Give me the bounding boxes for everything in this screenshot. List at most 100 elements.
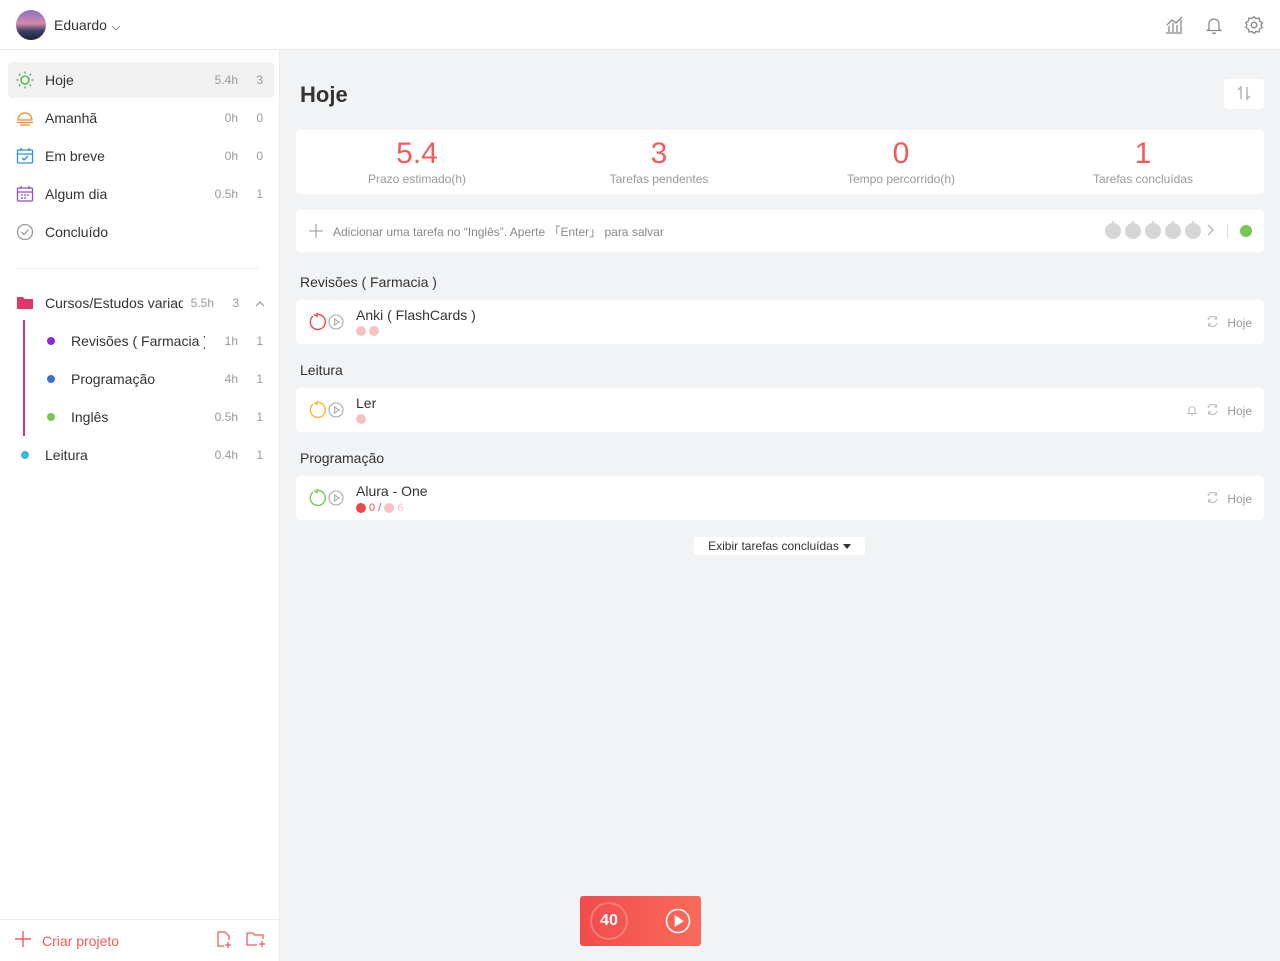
sidebar-item-time: 0.5h — [214, 187, 238, 201]
play-circle-icon[interactable] — [665, 908, 691, 934]
tomato-icon — [356, 414, 366, 424]
stat-completed: 1 Tarefas concluídas — [1022, 130, 1264, 194]
task-complete-circle-icon[interactable] — [307, 400, 327, 420]
sunset-icon — [16, 109, 34, 127]
sidebar-project-count: 1 — [256, 334, 263, 348]
task-row[interactable]: Ler Hoje — [296, 388, 1264, 432]
stat-label: Tempo percorrido(h) — [846, 172, 956, 186]
user-name[interactable]: Eduardo — [54, 17, 107, 33]
sidebar-item-count: 1 — [256, 187, 263, 201]
sidebar-project-label: Programação — [71, 371, 156, 387]
task-name[interactable]: Alura - One — [356, 483, 428, 499]
sidebar-project-leitura[interactable]: Leitura 0.4h 1 — [8, 437, 274, 473]
settings-gear-icon[interactable] — [1244, 15, 1264, 35]
sidebar-item-someday[interactable]: Algum dia 0.5h 1 — [8, 176, 274, 212]
sidebar: Hoje 5.4h 3 Amanhã 0h 0 Em breve 0h 0 Al… — [0, 50, 280, 961]
sidebar-divider — [16, 268, 259, 269]
sidebar-project-ingles[interactable]: Inglês 0.5h 1 — [34, 399, 274, 435]
chevron-right-icon[interactable] — [1205, 223, 1215, 239]
sidebar-item-label: Amanhã — [45, 110, 98, 126]
project-color-dot — [42, 370, 60, 388]
project-color-dot — [42, 408, 60, 426]
create-project-button[interactable]: Criar projeto — [42, 933, 119, 949]
sidebar-item-label: Concluído — [45, 224, 109, 240]
sort-icon — [1236, 84, 1252, 104]
calendar-icon — [16, 185, 34, 203]
pomodoro-estimate-icon[interactable] — [1145, 221, 1161, 239]
sidebar-project-label: Revisões ( Farmacia ) — [71, 333, 205, 349]
pomodoros-total: 6 — [397, 502, 404, 514]
sidebar-folder-count: 3 — [232, 296, 239, 310]
sidebar-project-time: 0.4h — [214, 448, 238, 462]
sidebar-item-completed[interactable]: Concluído — [8, 214, 274, 250]
sidebar-item-count: 0 — [256, 149, 263, 163]
sidebar-project-time: 1h — [224, 334, 238, 348]
add-filter-icon[interactable] — [214, 930, 232, 951]
sidebar-project-time: 0.5h — [214, 410, 238, 424]
project-selector-dot[interactable] — [1240, 225, 1252, 237]
sidebar-item-label: Em breve — [45, 148, 105, 164]
chevron-down-icon[interactable] — [111, 20, 121, 31]
sidebar-folder-courses[interactable]: Cursos/Estudos variados 5.5h 3 — [8, 285, 274, 321]
stat-value: 1 — [1134, 137, 1152, 170]
play-circle-icon[interactable] — [328, 490, 344, 506]
sun-icon — [16, 71, 34, 89]
repeat-icon — [1206, 403, 1219, 419]
chevron-up-icon[interactable] — [254, 297, 266, 309]
sidebar-folder-label: Cursos/Estudos variados — [45, 295, 183, 311]
sidebar-footer: Criar projeto — [0, 919, 280, 961]
folder-tree-line — [23, 320, 25, 436]
task-row[interactable]: Alura - One 0 / 6 Hoje — [296, 476, 1264, 520]
sidebar-project-count: 1 — [256, 448, 263, 462]
stat-value: 3 — [650, 137, 668, 170]
sort-button[interactable] — [1224, 79, 1264, 109]
pomodoro-timer[interactable]: 40 — [580, 896, 701, 946]
add-task-placeholder: Adicionar uma tarefa no “Inglês”. Aperte… — [333, 224, 664, 239]
sidebar-item-upcoming[interactable]: Em breve 0h 0 — [8, 138, 274, 174]
task-row[interactable]: Anki ( FlashCards ) Hoje — [296, 300, 1264, 344]
top-bar: Eduardo — [0, 0, 1280, 50]
play-circle-icon[interactable] — [328, 402, 344, 418]
sidebar-project-label: Leitura — [45, 447, 88, 463]
sidebar-item-label: Algum dia — [45, 186, 108, 202]
stats-panel: 5.4 Prazo estimado(h) 3 Tarefas pendente… — [296, 130, 1264, 194]
stat-label: Tarefas concluídas — [1092, 172, 1194, 186]
sidebar-project-count: 1 — [256, 372, 263, 386]
main-content: Hoje 5.4 Prazo estimado(h) 3 Tarefas pen… — [280, 50, 1280, 961]
play-circle-icon[interactable] — [328, 314, 344, 330]
task-name[interactable]: Anki ( FlashCards ) — [356, 307, 476, 323]
task-due-date: Hoje — [1227, 404, 1252, 418]
pomodoro-separator: / — [378, 502, 382, 514]
avatar[interactable] — [16, 9, 46, 40]
show-completed-label: Exibir tarefas concluídas — [708, 539, 839, 553]
sidebar-project-programacao[interactable]: Programação 4h 1 — [34, 361, 274, 397]
repeat-icon — [1206, 315, 1219, 331]
sidebar-project-label: Inglês — [71, 409, 109, 425]
add-task-input[interactable]: Adicionar uma tarefa no “Inglês”. Aperte… — [296, 210, 1264, 252]
sidebar-item-time: 0h — [224, 111, 238, 125]
sidebar-folder-time: 5.5h — [190, 296, 214, 310]
task-pomodoros — [356, 414, 366, 424]
group-title: Leitura — [300, 362, 343, 378]
sidebar-project-revisoes[interactable]: Revisões ( Farmacia ) 1h 1 — [34, 323, 274, 359]
show-completed-button[interactable]: Exibir tarefas concluídas — [694, 537, 865, 555]
repeat-icon — [1206, 491, 1219, 507]
sidebar-item-tomorrow[interactable]: Amanhã 0h 0 — [8, 100, 274, 136]
pomodoro-estimate-icon[interactable] — [1105, 221, 1121, 239]
pomodoro-estimate-icon[interactable] — [1125, 221, 1141, 239]
pomodoro-minutes: 40 — [590, 902, 628, 940]
bell-icon[interactable] — [1204, 15, 1224, 35]
add-folder-icon[interactable] — [246, 930, 266, 951]
sidebar-project-time: 4h — [224, 372, 238, 386]
task-complete-circle-icon[interactable] — [307, 312, 327, 332]
stat-label: Prazo estimado(h) — [367, 172, 467, 186]
statistics-icon[interactable] — [1164, 15, 1184, 35]
pomodoro-estimate-icon[interactable] — [1165, 221, 1181, 239]
task-name[interactable]: Ler — [356, 395, 376, 411]
task-complete-circle-icon[interactable] — [307, 488, 327, 508]
task-due-date: Hoje — [1227, 492, 1252, 506]
plus-icon[interactable] — [14, 930, 32, 951]
folder-icon — [16, 294, 34, 312]
sidebar-item-today[interactable]: Hoje 5.4h 3 — [8, 62, 274, 98]
pomodoro-estimate-icon[interactable] — [1185, 221, 1201, 239]
